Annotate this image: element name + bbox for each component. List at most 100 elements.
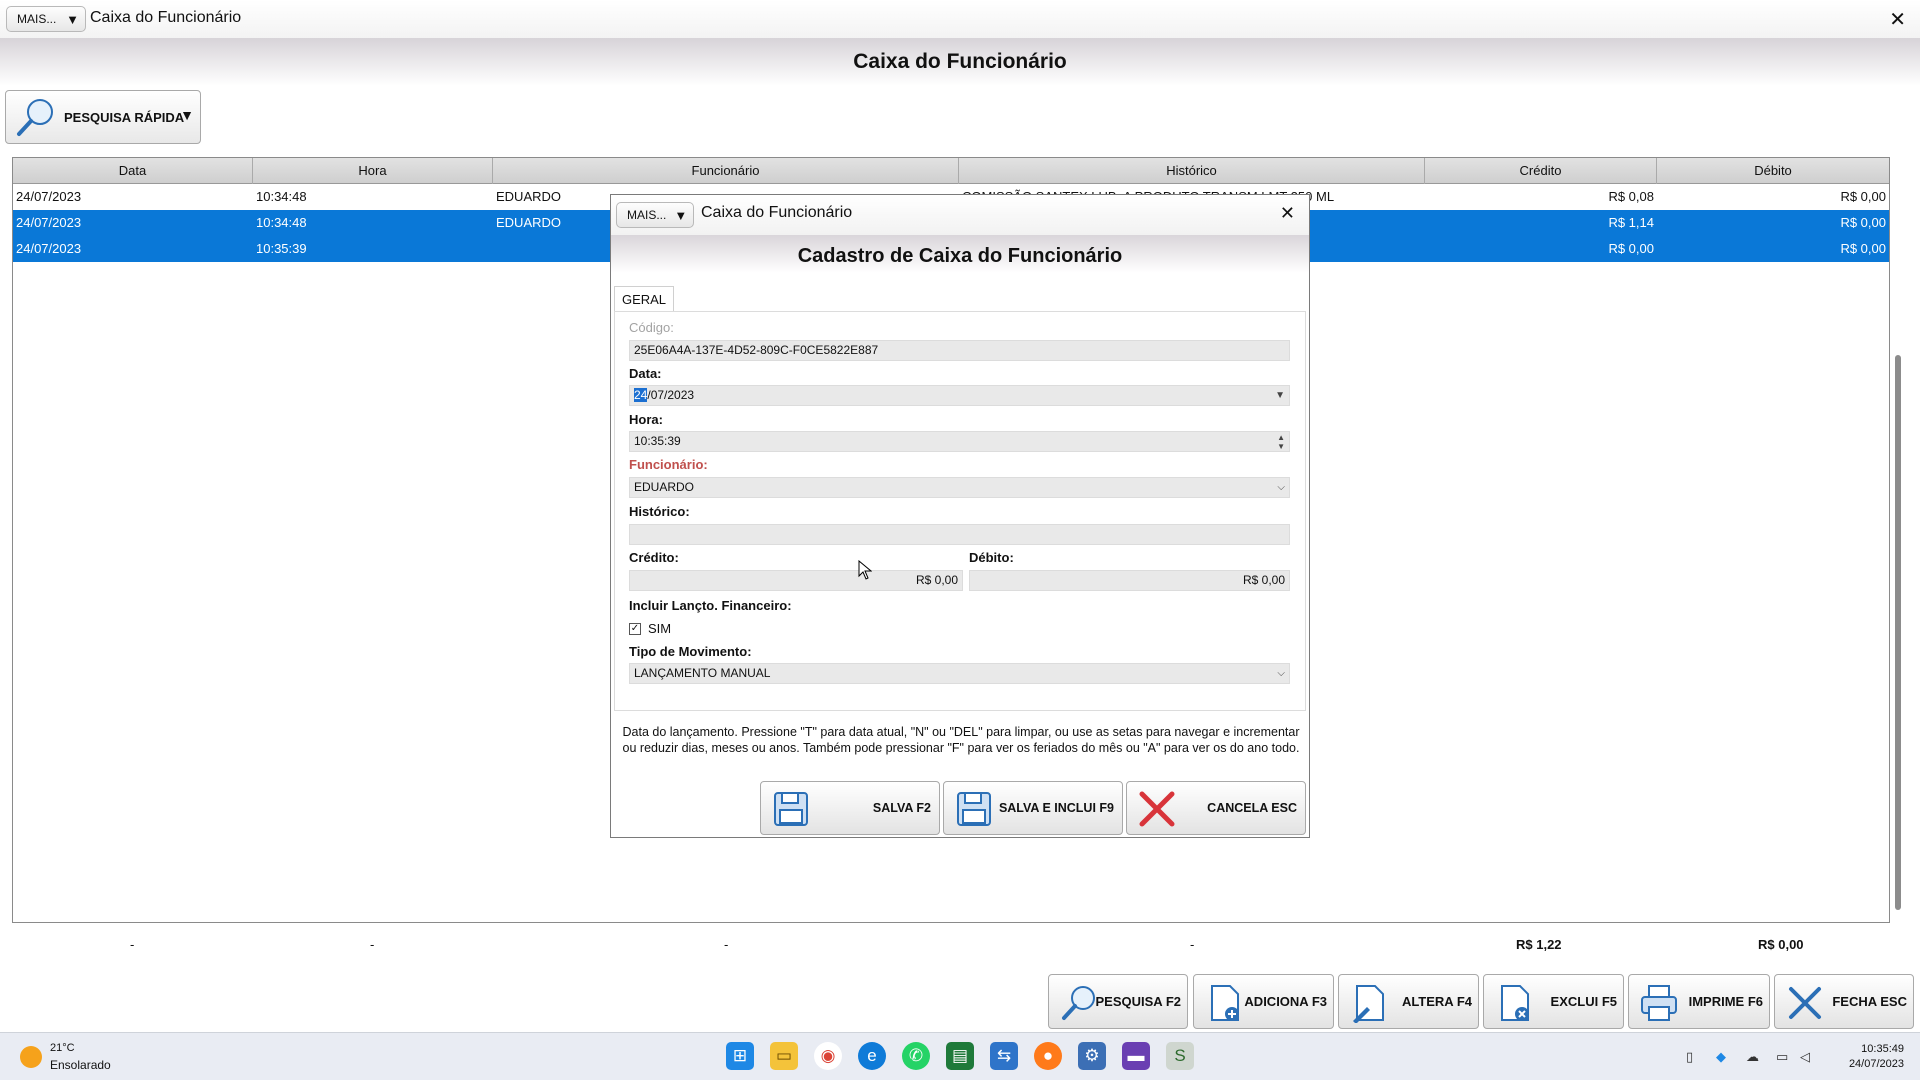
sun-icon[interactable] (20, 1046, 42, 1068)
spreadsheet-app-icon[interactable]: ▤ (946, 1042, 974, 1070)
chrome-icon[interactable]: ◉ (814, 1042, 842, 1070)
incluir-label: Incluir Lançto. Financeiro: (629, 598, 792, 613)
codigo-label: Código: (629, 320, 674, 335)
cancel-button[interactable]: CANCELA ESC (1126, 781, 1306, 835)
tab-geral[interactable]: GERAL (614, 286, 674, 312)
file-explorer-icon[interactable]: ▭ (770, 1042, 798, 1070)
volume-icon[interactable]: ◁ (1800, 1049, 1810, 1065)
network-icon[interactable]: ▭ (1776, 1049, 1788, 1065)
dialog-heading: Cadastro de Caixa do Funcionário (797, 245, 1123, 267)
column-header-historico[interactable]: Histórico (959, 158, 1425, 184)
debito-field[interactable]: R$ 0,00 (969, 570, 1290, 591)
vertical-scrollbar[interactable] (1895, 355, 1901, 910)
cell-credito: R$ 0,08 (1608, 189, 1654, 204)
codigo-field: 25E06A4A-137E-4D52-809C-F0CE5822E887 (629, 340, 1290, 361)
cell-hora: 10:34:48 (256, 215, 307, 230)
tipo-label: Tipo de Movimento: (629, 644, 752, 659)
cancel-button-label: CANCELA ESC (1207, 801, 1297, 815)
cell-hora: 10:35:39 (256, 241, 307, 256)
save-button[interactable]: SALVA F2 (760, 781, 940, 835)
cell-credito: R$ 1,14 (1608, 215, 1654, 230)
time-value: 10:35:39 (634, 434, 681, 448)
cloud-icon[interactable]: ☁ (1746, 1049, 1759, 1065)
debito-label: Débito: (969, 550, 1014, 565)
weather-description: Ensolarado (50, 1058, 111, 1072)
clock-time: 10:35:49 (1861, 1043, 1904, 1055)
edit-button-label: ALTERA F4 (1401, 994, 1472, 1009)
search-icon (17, 99, 53, 136)
erp-app-icon[interactable]: S (1166, 1042, 1194, 1070)
column-header-credito[interactable]: Crédito (1425, 158, 1657, 184)
column-header-data[interactable]: Data (13, 158, 253, 184)
remote-app-icon[interactable]: ⇆ (990, 1042, 1018, 1070)
close-window-button-label: FECHA ESC (1832, 994, 1907, 1009)
date-day-selection: 24 (634, 388, 648, 402)
edit-button[interactable]: ALTERA F4 (1338, 974, 1479, 1029)
whatsapp-icon[interactable]: ✆ (902, 1042, 930, 1070)
firefox-icon[interactable]: ● (1034, 1042, 1062, 1070)
table-header: Data Hora Funcionário Histórico Crédito … (13, 158, 1889, 184)
incluir-checkbox[interactable]: ✓ SIM (629, 621, 671, 636)
edge-icon[interactable]: e (858, 1042, 886, 1070)
taskbar: 21°C Ensolarado ⊞ ▭ ◉ e ✆ ▤ ⇆ ● ⚙ ▬ S ▯ … (0, 1032, 1920, 1080)
page-title: Caixa do Funcionário (853, 50, 1067, 73)
total-hora: - (370, 937, 375, 952)
shield-icon[interactable]: ◆ (1716, 1049, 1726, 1065)
dialog-mais-menu-button[interactable]: MAIS... ▼ (616, 202, 694, 228)
save-and-add-button-label: SALVA E INCLUI F9 (998, 801, 1114, 815)
close-window-button[interactable]: FECHA ESC (1774, 974, 1914, 1029)
column-header-hora[interactable]: Hora (253, 158, 493, 184)
cell-debito: R$ 0,00 (1840, 215, 1886, 230)
save-button-label: SALVA F2 (872, 801, 931, 815)
funcionario-value: EDUARDO (634, 480, 695, 494)
calendar-dropdown-icon[interactable]: ▼ (1275, 386, 1285, 405)
cell-credito: R$ 0,00 (1608, 241, 1654, 256)
add-button[interactable]: ADICIONA F3 (1193, 974, 1334, 1029)
credito-label: Crédito: (629, 550, 679, 565)
close-icon[interactable]: ✕ (1889, 7, 1906, 32)
usb-icon[interactable]: ▯ (1686, 1049, 1693, 1065)
settings-gear-icon[interactable]: ⚙ (1078, 1042, 1106, 1070)
window-titlebar: MAIS... ▼ Caixa do Funcionário ✕ (0, 0, 1920, 38)
help-hint: Data do lançamento. Pressione "T" para d… (622, 725, 1300, 755)
chevron-down-icon: ⌵ (1277, 482, 1285, 493)
funcionario-select[interactable]: EDUARDO ⌵ (629, 477, 1290, 498)
mais-menu-button[interactable]: MAIS... ▼ (6, 6, 86, 32)
edit-document-icon (1353, 985, 1384, 1023)
incluir-option: SIM (648, 621, 672, 636)
add-document-icon (1211, 985, 1239, 1021)
cell-data: 24/07/2023 (16, 241, 82, 256)
delete-document-icon (1501, 985, 1529, 1021)
chevron-down-icon: ▼ (674, 207, 688, 223)
media-app-icon[interactable]: ▬ (1122, 1042, 1150, 1070)
column-header-funcionario[interactable]: Funcionário (493, 158, 959, 184)
dialog-title: Caixa do Funcionário (701, 204, 853, 221)
historico-field[interactable] (629, 524, 1290, 545)
quick-search-button[interactable]: PESQUISA RÁPIDA ▼ (5, 90, 201, 144)
system-clock[interactable]: 10:35:49 24/07/2023 (1849, 1042, 1904, 1072)
hora-label: Hora: (629, 412, 663, 427)
search-icon (1062, 986, 1095, 1020)
dialog-close-icon[interactable]: ✕ (1280, 203, 1295, 224)
cell-data: 24/07/2023 (16, 189, 82, 204)
total-historico: - (1190, 937, 1195, 952)
print-button[interactable]: IMPRIME F6 (1628, 974, 1770, 1029)
cell-debito: R$ 0,00 (1840, 189, 1886, 204)
total-credito: R$ 1,22 (1516, 937, 1562, 952)
column-header-debito[interactable]: Débito (1657, 158, 1889, 184)
total-debito: R$ 0,00 (1758, 937, 1804, 952)
save-and-add-button[interactable]: SALVA E INCLUI F9 (943, 781, 1123, 835)
search-button[interactable]: PESQUISA F2 (1048, 974, 1188, 1029)
tipo-select[interactable]: LANÇAMENTO MANUAL ⌵ (629, 663, 1290, 684)
funcionario-label: Funcionário: (629, 457, 708, 472)
date-field[interactable]: 24/07/2023 ▼ (629, 385, 1290, 406)
time-spin-icon[interactable]: ▲ ▼ (1277, 433, 1285, 451)
credito-field[interactable]: R$ 0,00 (629, 570, 963, 591)
clock-date: 24/07/2023 (1848, 1058, 1904, 1070)
print-button-label: IMPRIME F6 (1688, 994, 1763, 1009)
delete-button[interactable]: EXCLUI F5 (1483, 974, 1624, 1029)
cell-hora: 10:34:48 (256, 189, 307, 204)
windows-start-icon[interactable]: ⊞ (726, 1042, 754, 1070)
tipo-value: LANÇAMENTO MANUAL (634, 666, 771, 680)
time-field[interactable]: 10:35:39 ▲ ▼ (629, 431, 1290, 452)
